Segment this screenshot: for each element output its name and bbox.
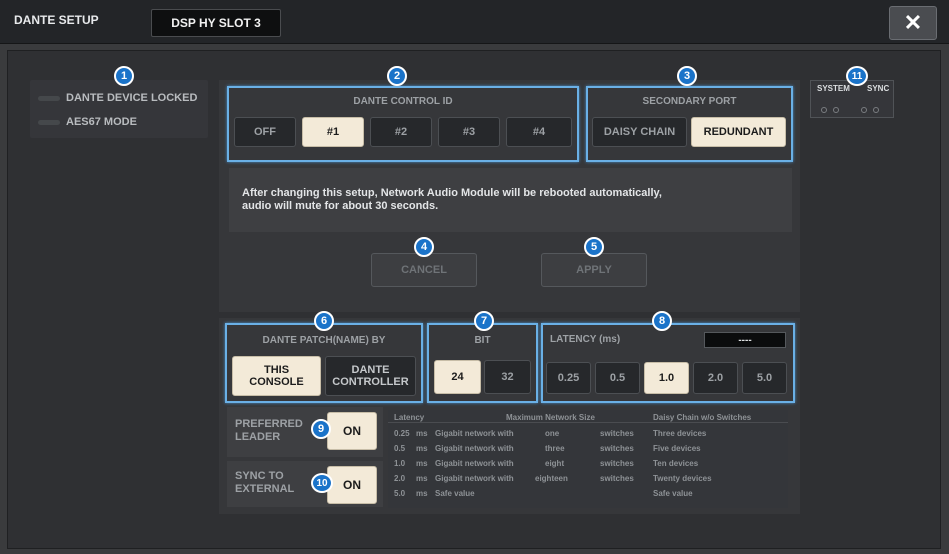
table-row: 1.0 ms Gigabit network with eight switches Te… [394,459,699,468]
led-icon [833,107,839,113]
latency-table: Latency Maximum Network Size Daisy Chain… [388,410,788,508]
dante-device-locked-indicator: DANTE DEVICE LOCKED [38,92,197,104]
sync-label: SYNC [867,84,890,93]
led-icon [38,119,60,125]
close-button[interactable]: ✕ [889,6,937,40]
latency-5-0-button[interactable]: 5.0 [742,362,787,394]
badge-7: 7 [474,311,494,331]
badge-10: 10 [311,473,333,493]
control-id-3-button[interactable]: #3 [438,117,500,147]
latency-0-5-button[interactable]: 0.5 [595,362,640,394]
latency-1-0-button[interactable]: 1.0 [644,362,689,394]
latency-0-25-button[interactable]: 0.25 [546,362,591,394]
cancel-button[interactable]: CANCEL [371,253,477,287]
slot-tab[interactable]: DSP HY SLOT 3 [151,9,281,37]
system-sync-box: SYSTEM SYNC [810,80,894,118]
table-row: 2.0 ms Gigabit network with eighteen switche… [394,474,712,483]
preferred-leader-label: PREFERRED LEADER [235,418,303,443]
table-row: 0.25 ms Gigabit network with one switches Thr… [394,429,707,438]
led-icon [821,107,827,113]
dante-controller-button[interactable]: DANTE CONTROLLER [325,356,416,396]
control-id-4-button[interactable]: #4 [506,117,572,147]
patch-label: DANTE PATCH(NAME) BY [262,335,386,346]
status-box: DANTE DEVICE LOCKED AES67 MODE [30,80,208,138]
control-id-off-button[interactable]: OFF [234,117,296,147]
led-icon [861,107,867,113]
table-row: 5.0 ms Safe value Safe value [394,489,693,498]
control-id-1-button[interactable]: #1 [302,117,364,147]
this-console-button[interactable]: THIS CONSOLE [232,356,321,396]
led-icon [873,107,879,113]
latency-display: ---- [704,332,786,348]
latency-label: LATENCY (ms) [550,334,621,345]
secondary-port-label: SECONDARY PORT [642,96,737,107]
badge-9: 9 [311,419,331,439]
badge-6: 6 [314,311,334,331]
badge-2: 2 [387,66,407,86]
bit-32-button[interactable]: 32 [484,360,531,394]
badge-3: 3 [677,66,697,86]
redundant-button[interactable]: REDUNDANT [691,117,786,147]
badge-1: 1 [114,66,134,86]
daisy-chain-button[interactable]: DAISY CHAIN [592,117,687,147]
preferred-leader-on-button[interactable]: ON [327,412,377,450]
bit-24-button[interactable]: 24 [434,360,481,394]
control-id-label: DANTE CONTROL ID [353,96,453,107]
close-icon: ✕ [903,10,923,35]
badge-5: 5 [584,237,604,257]
aes67-mode-indicator: AES67 MODE [38,116,137,128]
table-header: Latency Maximum Network Size Daisy Chain… [388,412,788,423]
sync-external-on-button[interactable]: ON [327,466,377,504]
bit-label: BIT [474,335,491,346]
badge-11: 11 [846,66,868,86]
system-label: SYSTEM [817,84,850,93]
badge-4: 4 [414,237,434,257]
window-title: DANTE SETUP [14,13,99,27]
reboot-message: After changing this setup, Network Audio… [229,168,792,232]
title-bar: DANTE SETUP DSP HY SLOT 3 ✕ [0,0,949,44]
led-icon [38,95,60,101]
apply-button[interactable]: APPLY [541,253,647,287]
sync-external-label: SYNC TO EXTERNAL [235,470,295,495]
table-row: 0.5 ms Gigabit network with three switches Fi… [394,444,701,453]
badge-8: 8 [652,311,672,331]
control-id-2-button[interactable]: #2 [370,117,432,147]
latency-2-0-button[interactable]: 2.0 [693,362,738,394]
